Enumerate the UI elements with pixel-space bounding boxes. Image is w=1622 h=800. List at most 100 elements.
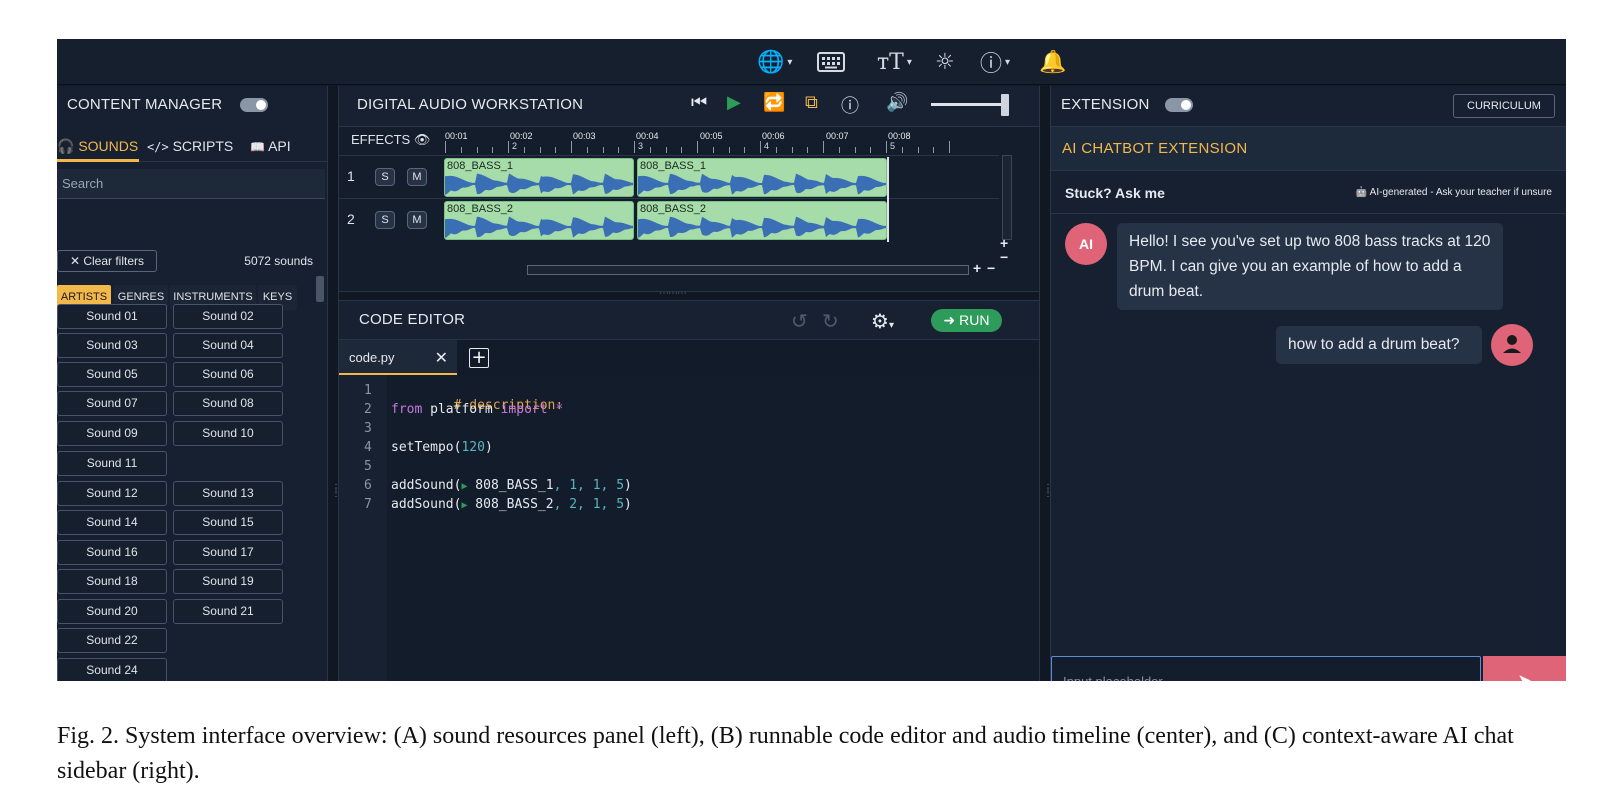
sound-item[interactable]: Sound 01 bbox=[57, 304, 167, 329]
run-arrow-icon: ➜ bbox=[943, 313, 956, 329]
settings-gear-icon[interactable]: ⚙▾ bbox=[871, 309, 894, 333]
solo-button[interactable]: S bbox=[375, 168, 395, 186]
code-line: from platform import * bbox=[391, 402, 564, 417]
ruler-tick bbox=[854, 147, 856, 153]
sound-item[interactable]: Sound 22 bbox=[57, 628, 167, 653]
sound-item[interactable]: Sound 19 bbox=[173, 569, 283, 594]
chat-input[interactable] bbox=[1051, 656, 1481, 681]
sound-item[interactable]: Sound 03 bbox=[57, 333, 167, 358]
sound-item[interactable]: Sound 09 bbox=[57, 421, 167, 446]
send-button[interactable]: ➤ bbox=[1483, 656, 1566, 681]
code-icon: </> bbox=[147, 140, 169, 154]
sound-item[interactable]: Sound 07 bbox=[57, 391, 167, 416]
track-scrollbar[interactable] bbox=[1002, 155, 1012, 240]
waveform bbox=[638, 216, 886, 238]
ruler-time-label: 00:04 bbox=[636, 131, 659, 141]
content-manager-title: CONTENT MANAGER bbox=[67, 96, 223, 113]
tab-api[interactable]: 📖 API bbox=[250, 130, 291, 162]
filter-scrollbar[interactable] bbox=[316, 276, 324, 302]
play-icon[interactable]: ▶ bbox=[727, 92, 741, 113]
ruler-tick bbox=[523, 147, 525, 153]
mute-button[interactable]: M bbox=[407, 211, 427, 229]
run-button[interactable]: ➜ RUN bbox=[931, 309, 1002, 332]
solo-button[interactable]: S bbox=[375, 211, 395, 229]
rewind-icon[interactable]: ⏮ bbox=[691, 92, 707, 113]
follow-icon[interactable]: ⧉ bbox=[805, 92, 818, 113]
sound-item[interactable]: Sound 15 bbox=[173, 510, 283, 535]
undo-icon[interactable]: ↺ bbox=[791, 309, 808, 333]
sound-item[interactable]: Sound 20 bbox=[57, 599, 167, 624]
content-manager-toggle[interactable] bbox=[240, 98, 268, 112]
line-number: 1 bbox=[364, 383, 372, 398]
right-splitter[interactable]: ⋮ ⋮ bbox=[1039, 86, 1053, 681]
ask-row: Stuck? Ask me 🤖 AI-generated - Ask your … bbox=[1051, 170, 1566, 214]
redo-icon[interactable]: ↻ bbox=[822, 309, 839, 333]
keyboard-icon[interactable] bbox=[817, 47, 845, 77]
ruler-tick bbox=[571, 141, 572, 153]
vertical-zoom-out-icon[interactable]: − bbox=[1000, 249, 1008, 265]
line-number: 4 bbox=[364, 440, 372, 455]
globe-icon[interactable]: 🌐 ▾ bbox=[757, 47, 792, 77]
tab-scripts[interactable]: </> SCRIPTS bbox=[147, 130, 233, 162]
font-size-icon[interactable]: ᴛT ▾ bbox=[877, 47, 912, 77]
chatbot-header: AI CHATBOT EXTENSION bbox=[1051, 126, 1566, 170]
audio-clip[interactable]: 808_BASS_1 bbox=[444, 158, 634, 197]
tab-sounds[interactable]: 🎧 SOUNDS bbox=[57, 130, 139, 162]
audio-clip[interactable]: 808_BASS_2 bbox=[637, 201, 887, 240]
eye-icon: 👁 bbox=[413, 133, 431, 148]
ruler-tick bbox=[460, 147, 462, 153]
clear-filters-button[interactable]: ✕ Clear filters bbox=[57, 250, 157, 272]
sound-item[interactable]: Sound 12 bbox=[57, 481, 167, 506]
curriculum-button[interactable]: CURRICULUM bbox=[1453, 94, 1555, 118]
sound-item[interactable]: Sound 04 bbox=[173, 333, 283, 358]
code-line: addSound(▶ 808_BASS_1, 1, 1, 5) bbox=[391, 478, 632, 493]
new-tab-button[interactable]: + bbox=[469, 348, 489, 368]
volume-slider[interactable] bbox=[931, 103, 1001, 106]
sound-item[interactable]: Sound 21 bbox=[173, 599, 283, 624]
sound-item[interactable]: Sound 13 bbox=[173, 481, 283, 506]
audio-clip[interactable]: 808_BASS_1 bbox=[637, 158, 887, 197]
left-splitter[interactable]: ⋮ ⋮ bbox=[327, 86, 341, 681]
bell-icon[interactable]: 🔔 bbox=[1039, 47, 1066, 77]
sound-item[interactable]: Sound 02 bbox=[173, 304, 283, 329]
code-area[interactable]: # description: from platform import * se… bbox=[387, 375, 1039, 681]
ruler-tick bbox=[823, 141, 824, 153]
daw-info-icon[interactable]: ⓘ bbox=[841, 92, 859, 118]
sound-item[interactable]: Sound 24 bbox=[57, 658, 167, 681]
loop-icon[interactable]: 🔁 bbox=[763, 92, 785, 113]
info-icon[interactable]: ⓘ ▾ bbox=[980, 47, 1010, 77]
ruler-time-label: 00:06 bbox=[762, 131, 785, 141]
sound-item[interactable]: Sound 08 bbox=[173, 391, 283, 416]
track-number: 1 bbox=[347, 168, 355, 184]
ruler-tick bbox=[870, 147, 872, 153]
sound-item[interactable]: Sound 05 bbox=[57, 362, 167, 387]
audio-clip[interactable]: 808_BASS_2 bbox=[444, 201, 634, 240]
sound-item[interactable]: Sound 11 bbox=[57, 451, 167, 476]
sound-item[interactable]: Sound 06 bbox=[173, 362, 283, 387]
playhead[interactable] bbox=[887, 157, 889, 242]
zoom-in-icon[interactable]: + bbox=[973, 260, 981, 276]
file-tab[interactable]: code.py ✕ bbox=[339, 340, 457, 376]
ruler-tick bbox=[712, 147, 714, 153]
zoom-out-icon[interactable]: − bbox=[987, 260, 995, 276]
ruler-tick bbox=[618, 147, 620, 153]
volume-slider-handle[interactable] bbox=[1001, 94, 1009, 116]
sound-item[interactable]: Sound 18 bbox=[57, 569, 167, 594]
volume-icon[interactable]: 🔊 bbox=[886, 92, 908, 113]
daw-panel: DIGITAL AUDIO WORKSTATION ⏮ ▶ 🔁 ⧉ ⓘ 🔊 EF… bbox=[339, 86, 1039, 291]
extension-toggle[interactable] bbox=[1165, 98, 1193, 112]
timeline-scrollbar[interactable] bbox=[527, 265, 969, 275]
brightness-icon[interactable]: ☼ bbox=[935, 47, 955, 77]
effects-toggle[interactable]: EFFECTS 👁 bbox=[351, 132, 430, 148]
search-input[interactable] bbox=[57, 169, 325, 199]
mute-button[interactable]: M bbox=[407, 168, 427, 186]
ruler-tick bbox=[649, 147, 651, 153]
line-number: 6 bbox=[364, 478, 372, 493]
sound-item[interactable]: Sound 16 bbox=[57, 540, 167, 565]
sound-item[interactable]: Sound 17 bbox=[173, 540, 283, 565]
code-editor-title: CODE EDITOR bbox=[359, 311, 466, 328]
sound-item[interactable]: Sound 10 bbox=[173, 421, 283, 446]
middle-splitter[interactable]: ⋯⋯⋯ bbox=[339, 288, 1039, 301]
sound-item[interactable]: Sound 14 bbox=[57, 510, 167, 535]
close-icon[interactable]: ✕ bbox=[435, 348, 448, 367]
